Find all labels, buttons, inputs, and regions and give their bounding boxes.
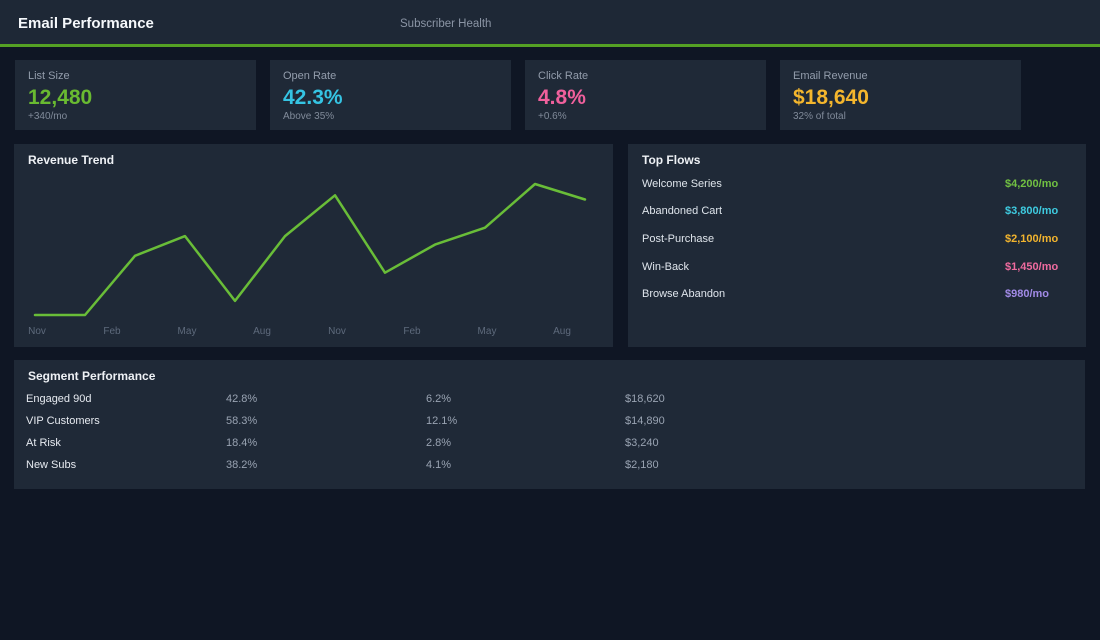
flow-label: Welcome Series: [642, 178, 722, 190]
kpi-label: Email Revenue: [793, 70, 1008, 82]
segment-table: Engaged 90d 42.8% 6.2% $18,620 VIP Custo…: [26, 388, 1072, 476]
kpi-subtext: +0.6%: [538, 111, 753, 122]
flow-label: Post-Purchase: [642, 233, 714, 245]
segment-revenue: $3,240: [625, 437, 1072, 449]
table-row: Engaged 90d 42.8% 6.2% $18,620: [26, 388, 1072, 410]
top-flows-panel: Top Flows Welcome Series $4,200/mo Aband…: [628, 144, 1086, 347]
kpi-card-click-rate: Click Rate 4.8% +0.6%: [525, 60, 766, 130]
flows-title: Top Flows: [642, 153, 700, 167]
segment-name: Engaged 90d: [26, 393, 226, 405]
kpi-value: 12,480: [28, 86, 243, 109]
flow-label: Browse Abandon: [642, 288, 725, 300]
nav-item-subscriber-health[interactable]: Subscriber Health: [400, 18, 491, 30]
kpi-label: Open Rate: [283, 70, 498, 82]
list-item: Win-Back $1,450/mo: [628, 253, 1086, 281]
kpi-value: 4.8%: [538, 86, 753, 109]
header: Email Performance Subscriber Health: [0, 0, 1100, 47]
chart-title: Revenue Trend: [28, 153, 114, 167]
flows-list: Welcome Series $4,200/mo Abandoned Cart …: [628, 170, 1086, 308]
x-axis-label: Aug: [253, 326, 271, 337]
segment-name: New Subs: [26, 459, 226, 471]
kpi-subtext: +340/mo: [28, 111, 243, 122]
kpi-label: List Size: [28, 70, 243, 82]
segment-open-rate: 18.4%: [226, 437, 426, 449]
flow-value: $1,450/mo: [1005, 261, 1058, 273]
x-axis-label: Aug: [553, 326, 571, 337]
segment-click-rate: 2.8%: [426, 437, 625, 449]
segment-revenue: $18,620: [625, 393, 1072, 405]
list-item: Post-Purchase $2,100/mo: [628, 225, 1086, 253]
kpi-value: 42.3%: [283, 86, 498, 109]
revenue-trend-line: [35, 184, 585, 315]
table-row: At Risk 18.4% 2.8% $3,240: [26, 432, 1072, 454]
flow-value: $3,800/mo: [1005, 205, 1058, 217]
segment-open-rate: 42.8%: [226, 393, 426, 405]
x-axis-label: Nov: [28, 326, 46, 337]
x-axis-label: May: [178, 326, 197, 337]
segment-performance-panel: Segment Performance Engaged 90d 42.8% 6.…: [14, 360, 1085, 489]
revenue-trend-chart: [14, 144, 613, 347]
segment-open-rate: 58.3%: [226, 415, 426, 427]
table-row: VIP Customers 58.3% 12.1% $14,890: [26, 410, 1072, 432]
segment-table-title: Segment Performance: [28, 369, 155, 383]
revenue-trend-panel: Revenue Trend Nov Feb May Aug Nov Feb May Aug: [14, 144, 613, 347]
segment-open-rate: 38.2%: [226, 459, 426, 471]
list-item: Browse Abandon $980/mo: [628, 280, 1086, 308]
segment-revenue: $14,890: [625, 415, 1072, 427]
flow-value: $4,200/mo: [1005, 178, 1058, 190]
list-item: Welcome Series $4,200/mo: [628, 170, 1086, 198]
kpi-card-open-rate: Open Rate 42.3% Above 35%: [270, 60, 511, 130]
flow-value: $980/mo: [1005, 288, 1049, 300]
kpi-card-list-size: List Size 12,480 +340/mo: [15, 60, 256, 130]
kpi-label: Click Rate: [538, 70, 753, 82]
kpi-subtext: Above 35%: [283, 111, 498, 122]
segment-name: At Risk: [26, 437, 226, 449]
kpi-row: List Size 12,480 +340/mo Open Rate 42.3%…: [15, 60, 1021, 130]
flow-value: $2,100/mo: [1005, 233, 1058, 245]
segment-click-rate: 4.1%: [426, 459, 625, 471]
segment-revenue: $2,180: [625, 459, 1072, 471]
table-row: New Subs 38.2% 4.1% $2,180: [26, 454, 1072, 476]
segment-name: VIP Customers: [26, 415, 226, 427]
flow-label: Abandoned Cart: [642, 205, 722, 217]
kpi-card-email-revenue: Email Revenue $18,640 32% of total: [780, 60, 1021, 130]
flow-label: Win-Back: [642, 261, 689, 273]
x-axis-label: May: [478, 326, 497, 337]
segment-click-rate: 12.1%: [426, 415, 625, 427]
kpi-subtext: 32% of total: [793, 111, 1008, 122]
segment-click-rate: 6.2%: [426, 393, 625, 405]
list-item: Abandoned Cart $3,800/mo: [628, 198, 1086, 226]
kpi-value: $18,640: [793, 86, 1008, 109]
x-axis-label: Feb: [403, 326, 420, 337]
x-axis-label: Feb: [103, 326, 120, 337]
page-title: Email Performance: [18, 15, 154, 32]
x-axis-label: Nov: [328, 326, 346, 337]
